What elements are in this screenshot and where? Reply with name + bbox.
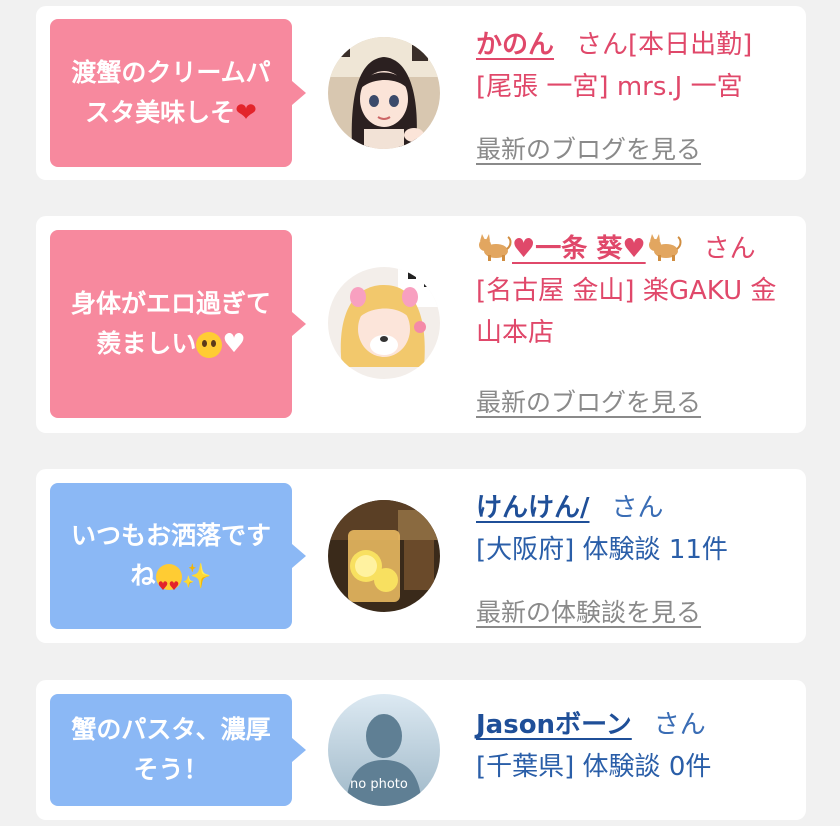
user-details: [尾張 一宮] mrs.J 一宮 xyxy=(476,72,743,102)
view-blog-link[interactable]: 最新のブログを見る xyxy=(476,383,701,419)
comment-text: 蟹のパスタ、濃厚そう！ xyxy=(71,715,271,784)
user-name-link[interactable]: かのん xyxy=(476,30,554,60)
user-suffix: さん xyxy=(653,710,706,740)
comment-bubble: 蟹のパスタ、濃厚そう！ xyxy=(50,694,306,806)
white-heart-icon: ♥ xyxy=(222,329,246,359)
user-suffix: さん xyxy=(703,234,756,264)
no-photo-label: no photo xyxy=(350,777,408,792)
avatar[interactable] xyxy=(328,267,440,379)
comment-feed: 渡蟹のクリームパスタ美味しそ❤ かのん さん[本日出勤] [尾張 一宮] mrs… xyxy=(0,0,840,826)
comment-card: 蟹のパスタ、濃厚そう！ no photo Jasonボーン さん [千葉県] 体… xyxy=(36,680,806,820)
comment-bubble: いつもお洒落ですね ♥ ♥ ✨ xyxy=(50,483,306,629)
avatar[interactable]: no photo xyxy=(328,694,440,806)
user-suffix: さん[本日出勤] xyxy=(576,30,753,60)
sparkles-icon: ✨ xyxy=(181,562,212,590)
cat-icon xyxy=(479,234,512,261)
user-name-link[interactable]: けんけん/ xyxy=(476,493,590,523)
avatar[interactable] xyxy=(328,500,440,612)
user-info: けんけん/さん [大阪府] 体験談 11件 xyxy=(476,487,796,571)
user-details: [大阪府] 体験談 11件 xyxy=(476,535,728,565)
user-info: ♥一条 葵♥ さん [名古屋 金山] 楽GAKU 金山本店 xyxy=(476,228,796,354)
user-name-link[interactable]: Jasonボーン xyxy=(476,710,632,740)
user-info: Jasonボーン さん [千葉県] 体験談 0件 xyxy=(476,704,796,788)
comment-card: いつもお洒落ですね ♥ ♥ ✨ けんけん/さん [大阪府] 体験談 11件 最新の体験… xyxy=(36,469,806,643)
cat-icon xyxy=(648,234,682,261)
pleading-face-icon xyxy=(196,332,223,358)
user-suffix: さん xyxy=(611,493,664,523)
comment-bubble: 渡蟹のクリームパスタ美味しそ❤ xyxy=(50,19,306,167)
comment-card: 渡蟹のクリームパスタ美味しそ❤ かのん さん[本日出勤] [尾張 一宮] mrs… xyxy=(36,6,806,180)
user-details: [名古屋 金山] 楽GAKU 金山本店 xyxy=(476,276,777,348)
user-name-link[interactable]: ♥一条 葵♥ xyxy=(476,234,682,264)
view-reviews-link[interactable]: 最新の体験談を見る xyxy=(476,593,701,629)
user-info: かのん さん[本日出勤] [尾張 一宮] mrs.J 一宮 xyxy=(476,24,796,108)
view-blog-link[interactable]: 最新のブログを見る xyxy=(476,130,701,166)
comment-bubble: 身体がエロ過ぎて羨ましい ♥ xyxy=(50,230,306,418)
heart-eyes-face-icon: ♥ ♥ xyxy=(155,564,182,593)
comment-card: 身体がエロ過ぎて羨ましい ♥ ♥一条 葵♥ さん [名古屋 金山] 楽GAKU … xyxy=(36,216,806,433)
avatar[interactable] xyxy=(328,37,440,149)
red-heart-icon: ❤ xyxy=(235,98,257,128)
user-details: [千葉県] 体験談 0件 xyxy=(476,752,712,782)
